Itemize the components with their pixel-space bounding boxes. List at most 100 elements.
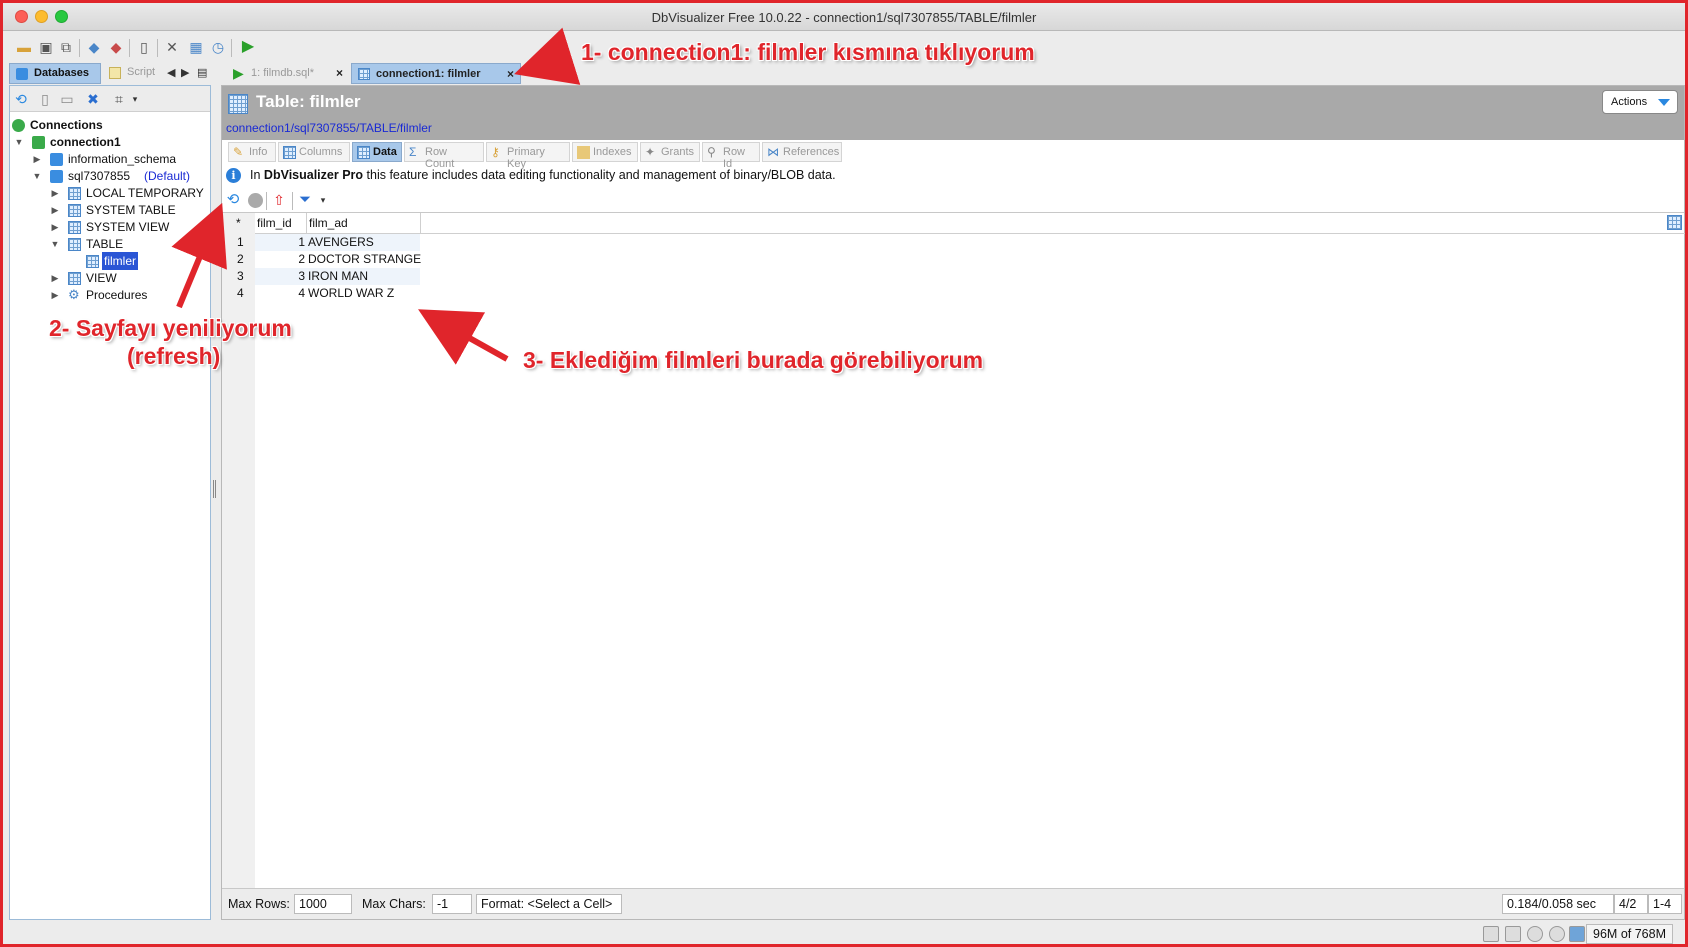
row-id-icon: ⚲	[707, 145, 716, 159]
layout-icon[interactable]	[1483, 926, 1499, 942]
cell-film-ad[interactable]: IRON MAN	[308, 268, 368, 285]
actions-label: Actions	[1611, 96, 1648, 108]
row-range-readout: 1-4	[1648, 894, 1682, 914]
subtab-columns[interactable]: Columns	[278, 142, 350, 162]
actions-button[interactable]: Actions	[1602, 90, 1678, 114]
tab-connection1-filmler[interactable]: connection1: filmler ×	[351, 63, 521, 84]
tab-filmdb-sql-label: 1: filmdb.sql*	[251, 67, 314, 79]
cell-film-id[interactable]: 3	[257, 268, 305, 285]
format-field: Format: <Select a Cell>	[476, 894, 622, 914]
tab-scroll-right-icon[interactable]: ▶	[181, 66, 189, 79]
splitter-grip[interactable]	[213, 480, 216, 498]
tree-connections-label: Connections	[30, 118, 103, 132]
table-group-icon	[68, 221, 81, 234]
refresh-tree-icon[interactable]: ⟲	[12, 90, 30, 108]
view-group-icon	[68, 272, 81, 285]
memory-indicator[interactable]: 96M of 768M	[1586, 924, 1673, 944]
table-group-icon	[68, 187, 81, 200]
expanded-arrow-icon[interactable]: ▼	[14, 133, 24, 151]
cell-film-ad[interactable]: WORLD WAR Z	[308, 285, 394, 302]
connect-icon[interactable]: ◆	[85, 38, 103, 56]
tree-procedures-label: Procedures	[86, 288, 148, 302]
run-icon[interactable]: ▶	[239, 38, 257, 56]
cell-film-id[interactable]: 1	[257, 234, 305, 251]
close-icon[interactable]: ×	[507, 67, 514, 81]
collapsed-arrow-icon[interactable]: ▶	[50, 184, 60, 202]
collapsed-arrow-icon[interactable]: ▶	[50, 269, 60, 287]
expanded-arrow-icon[interactable]: ▼	[50, 235, 60, 253]
new-connection-icon[interactable]: ▯	[36, 90, 54, 108]
subtab-primary-key[interactable]: ⚷ Primary Key	[486, 142, 570, 170]
tab-databases[interactable]: Databases	[9, 63, 101, 84]
collapsed-arrow-icon[interactable]: ▶	[50, 286, 60, 304]
trash-icon[interactable]	[1569, 926, 1585, 942]
filter-dropdown-icon[interactable]: ▾	[314, 191, 332, 209]
max-chars-input[interactable]: -1	[432, 894, 472, 914]
references-icon: ⋈	[767, 145, 779, 159]
tree-information-schema-label: information_schema	[68, 152, 177, 166]
cell-film-ad[interactable]: AVENGERS	[308, 234, 374, 251]
grid-settings-icon[interactable]	[1667, 215, 1682, 230]
tree-system-view-label: SYSTEM VIEW	[86, 220, 170, 234]
tree-local-temporary-label: LOCAL TEMPORARY	[86, 186, 204, 200]
tab-filmdb-sql[interactable]: ▶ 1: filmdb.sql* ×	[227, 63, 349, 84]
column-header-film-ad[interactable]: film_ad	[309, 213, 348, 233]
expanded-arrow-icon[interactable]: ▼	[32, 167, 42, 185]
save-icon[interactable]: ▣	[37, 38, 55, 56]
left-tab-strip: Databases Script ◀ ▶ ▤	[9, 63, 209, 85]
tab-scripts[interactable]: Script	[103, 63, 163, 84]
subtab-data[interactable]: Data	[352, 142, 402, 162]
connection-icon	[32, 136, 45, 149]
subtab-grants[interactable]: ✦ Grants	[640, 142, 700, 162]
monitor-icon[interactable]: ◷	[209, 38, 227, 56]
cell-film-id[interactable]: 2	[257, 251, 305, 268]
cell-film-ad[interactable]: DOCTOR STRANGE	[308, 251, 421, 268]
info-tab-icon: ✎	[233, 145, 244, 159]
filter-icon[interactable]: ⏷	[296, 191, 314, 209]
subtab-references[interactable]: ⋈ References	[762, 142, 842, 162]
table-icon	[228, 94, 248, 114]
collapse-tree-icon[interactable]: ✖	[84, 90, 102, 108]
open-folder-icon[interactable]: ▬	[15, 38, 33, 56]
cancel-icon[interactable]	[1549, 926, 1565, 942]
subtab-row-count[interactable]: Σ Row Count	[404, 142, 484, 170]
close-icon[interactable]: ×	[336, 66, 343, 80]
column-header-film-id[interactable]: film_id	[257, 213, 292, 233]
sync-icon[interactable]	[1527, 926, 1543, 942]
table-icon	[86, 255, 99, 268]
stop-icon[interactable]	[246, 191, 264, 209]
export-icon[interactable]: ⇧	[270, 191, 288, 209]
document-icon[interactable]: ▯	[135, 38, 153, 56]
disconnect-icon[interactable]: ◆	[107, 38, 125, 56]
cell-film-id[interactable]: 4	[257, 285, 305, 302]
object-header: Table: filmler connection1/sql7307855/TA…	[222, 86, 1684, 140]
panel-splitter[interactable]	[211, 85, 219, 920]
table-icon[interactable]: ▦	[187, 38, 205, 56]
refresh-icon[interactable]: ⟲	[224, 191, 242, 209]
collapsed-arrow-icon[interactable]: ▶	[50, 218, 60, 236]
row-number: 4	[237, 286, 244, 300]
max-rows-input[interactable]: 1000	[294, 894, 352, 914]
schema-icon	[50, 153, 63, 166]
subtab-info[interactable]: ✎ Info	[228, 142, 276, 162]
list-icon[interactable]	[1505, 926, 1521, 942]
object-view: Table: filmler connection1/sql7307855/TA…	[221, 85, 1685, 920]
collapsed-arrow-icon[interactable]: ▶	[50, 201, 60, 219]
tree-view-label: VIEW	[86, 271, 117, 285]
collapsed-arrow-icon[interactable]: ▶	[32, 150, 42, 168]
tab-list-icon[interactable]: ▤	[197, 66, 207, 79]
schema-icon	[50, 170, 63, 183]
tab-scroll-left-icon[interactable]: ◀	[167, 66, 175, 79]
annotation-step-3: 3- Eklediğim filmleri burada görebiliyor…	[523, 347, 984, 373]
connection-props-icon[interactable]: ▭	[58, 90, 76, 108]
subtab-indexes[interactable]: Indexes	[572, 142, 638, 162]
save-all-icon[interactable]: ⧉	[57, 38, 75, 56]
tools-icon[interactable]: ✕	[163, 38, 181, 56]
subtab-row-id[interactable]: ⚲ Row Id	[702, 142, 760, 170]
key-icon: ⚷	[491, 145, 500, 159]
object-path-link[interactable]: connection1/sql7307855/TABLE/filmler	[226, 121, 432, 135]
filter-dropdown-icon[interactable]: ▾	[126, 90, 144, 108]
data-toolbar: ⟲ ⇧ ⏷ ▾	[222, 188, 1684, 212]
columns-icon	[283, 146, 296, 159]
grid-corner[interactable]: *	[236, 213, 241, 233]
